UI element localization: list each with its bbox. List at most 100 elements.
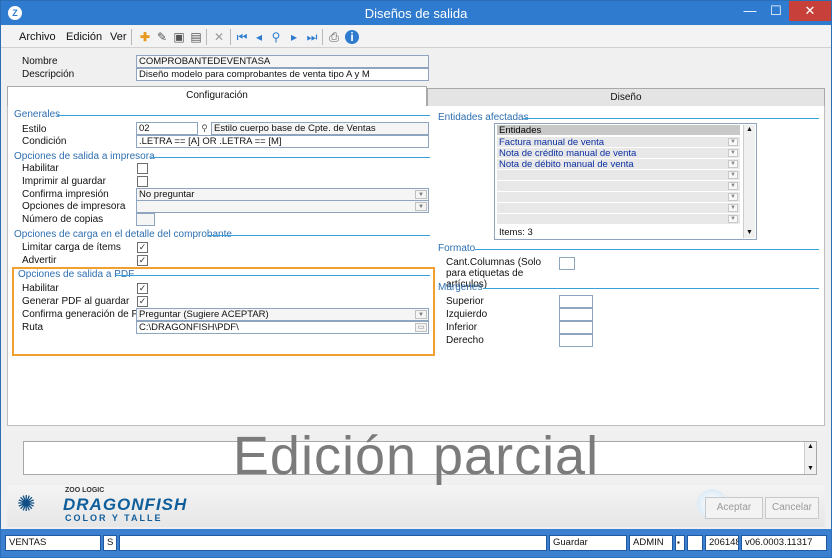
menu-ver[interactable]: Ver [110, 31, 127, 43]
confirma-pdf-label: Confirma generación de PDF [22, 309, 152, 320]
margen-izquierdo-field[interactable] [559, 308, 593, 321]
menu-toolbar: Archivo Edición Ver ✚ ✎ ▣ ▤ ✕ ⏮ ◂ ⚲ ▸ ⏭ … [1, 26, 831, 48]
chevron-down-icon[interactable]: ▼ [728, 215, 738, 223]
chevron-down-icon[interactable]: ▼ [728, 171, 738, 179]
save-as-icon[interactable]: ▤ [188, 29, 204, 45]
nombre-field[interactable]: COMPROBANTEDEVENTASA [136, 55, 429, 68]
opciones-impresora-select[interactable]: ▼ [136, 200, 429, 213]
margen-derecho-label: Derecho [446, 335, 484, 346]
entidades-list[interactable]: Entidades Factura manual de venta ▼ Nota … [494, 123, 757, 240]
list-item-label: Nota de crédito manual de venta [499, 148, 637, 159]
delete-icon[interactable]: ✕ [211, 29, 227, 45]
minimize-button[interactable]: — [737, 1, 763, 21]
estilo-field[interactable]: 02 [136, 122, 198, 135]
scroll-down-icon[interactable]: ▼ [744, 228, 755, 238]
list-item[interactable]: ▼ [497, 170, 740, 181]
next-icon[interactable]: ▸ [286, 29, 302, 45]
habilitar-impresora-checkbox[interactable] [137, 163, 148, 174]
section-divider [116, 275, 430, 276]
info-icon[interactable]: i [345, 30, 359, 44]
toolbar-separator [322, 29, 323, 45]
scrollbar[interactable]: ▲ ▼ [743, 125, 755, 238]
items-count: Items: 3 [499, 227, 533, 238]
status-action: Guardar [549, 535, 627, 551]
preview-icon[interactable]: ⎙ [326, 29, 342, 45]
prev-icon[interactable]: ◂ [251, 29, 267, 45]
list-item[interactable]: ▼ [497, 214, 740, 225]
status-bar: VENTAS S Guardar ADMIN ▪ 206148 v06.0003… [1, 529, 831, 557]
ruta-field[interactable]: C:\DRAGONFISH\PDF\ ▭ [136, 321, 429, 334]
new-icon[interactable]: ✚ [137, 29, 153, 45]
tab-diseno[interactable]: Diseño [427, 88, 825, 108]
status-s: S [103, 535, 117, 551]
list-item[interactable]: ▼ [497, 181, 740, 192]
status-version: v06.0003.11317 [741, 535, 827, 551]
first-icon[interactable]: ⏮ [234, 29, 250, 45]
numero-copias-label: Número de copias [22, 214, 104, 225]
chevron-down-icon[interactable]: ▼ [728, 193, 738, 201]
list-item[interactable]: Factura manual de venta ▼ [497, 137, 740, 148]
last-icon[interactable]: ⏭ [304, 29, 320, 45]
entidades-title: Entidades afectadas [438, 112, 529, 123]
footer-bar: ✺ ZOO LOGIC DRAGONFISH COLOR Y TALLE Ace… [7, 485, 825, 527]
maximize-button[interactable]: ☐ [763, 1, 789, 21]
impresora-title: Opciones de salida a impresora [14, 151, 155, 162]
edit-icon[interactable]: ✎ [154, 29, 170, 45]
chevron-down-icon[interactable]: ▼ [728, 138, 738, 146]
section-divider [57, 115, 430, 116]
list-item[interactable]: Nota de débito manual de venta ▼ [497, 159, 740, 170]
folder-icon[interactable]: ▭ [415, 323, 427, 332]
toolbar-separator [230, 29, 231, 45]
menu-archivo[interactable]: Archivo [19, 31, 56, 43]
section-divider [523, 118, 819, 119]
generales-title: Generales [14, 109, 61, 120]
ruta-value: C:\DRAGONFISH\PDF\ [139, 322, 239, 333]
descripcion-field[interactable]: Diseño modelo para comprobantes de venta… [136, 68, 429, 81]
window-title: Diseños de salida [364, 6, 468, 21]
tab-configuracion[interactable]: Configuración [7, 86, 427, 107]
search-icon[interactable]: ⚲ [199, 122, 210, 135]
list-item[interactable]: ▼ [497, 192, 740, 203]
menu-edicion[interactable]: Edición [66, 31, 102, 43]
chevron-down-icon[interactable]: ▼ [415, 202, 427, 211]
scroll-up-icon[interactable]: ▲ [744, 125, 755, 135]
status-blank [687, 535, 703, 551]
watermark: Edición parcial [232, 426, 600, 486]
close-button[interactable]: ✕ [789, 1, 831, 21]
generar-pdf-checkbox[interactable]: ✓ [137, 296, 148, 307]
chevron-down-icon[interactable]: ▼ [728, 182, 738, 190]
imprimir-guardar-label: Imprimir al guardar [22, 176, 106, 187]
list-item[interactable]: ▼ [497, 203, 740, 214]
estilo-descripcion: Estilo cuerpo base de Cpte. de Ventas [211, 122, 429, 135]
confirma-impresion-label: Confirma impresión [22, 189, 109, 200]
save-icon[interactable]: ▣ [171, 29, 187, 45]
chevron-down-icon[interactable]: ▼ [415, 310, 427, 319]
limitar-carga-label: Limitar carga de ítems [22, 242, 121, 253]
chevron-down-icon[interactable]: ▼ [728, 149, 738, 157]
status-user: ADMIN [629, 535, 673, 551]
chevron-down-icon[interactable]: ▼ [728, 204, 738, 212]
chevron-down-icon[interactable]: ▼ [415, 190, 427, 199]
list-header: Entidades [497, 125, 740, 136]
list-item[interactable]: Nota de crédito manual de venta ▼ [497, 148, 740, 159]
margen-derecho-field[interactable] [559, 334, 593, 347]
confirma-pdf-value: Preguntar (Sugiere ACEPTAR) [139, 309, 269, 320]
advertir-checkbox[interactable]: ✓ [137, 255, 148, 266]
confirma-pdf-select[interactable]: Preguntar (Sugiere ACEPTAR) ▼ [136, 308, 429, 321]
habilitar-impresora-label: Habilitar [22, 163, 59, 174]
aceptar-button[interactable]: Aceptar [705, 497, 763, 519]
cancelar-button[interactable]: Cancelar [765, 497, 819, 519]
imprimir-guardar-checkbox[interactable] [137, 176, 148, 187]
habilitar-pdf-checkbox[interactable]: ✓ [137, 283, 148, 294]
limitar-carga-checkbox[interactable]: ✓ [137, 242, 148, 253]
section-divider [151, 157, 430, 158]
nombre-label: Nombre [22, 56, 58, 67]
search-icon[interactable]: ⚲ [268, 29, 284, 45]
numero-copias-field[interactable] [136, 213, 155, 226]
chevron-down-icon[interactable]: ▼ [728, 160, 738, 168]
list-item-label: Nota de débito manual de venta [499, 159, 634, 170]
margen-inferior-field[interactable] [559, 321, 593, 334]
margen-superior-field[interactable] [559, 295, 593, 308]
condicion-field[interactable]: .LETRA == [A] OR .LETRA == [M] [136, 135, 429, 148]
cant-columnas-field[interactable] [559, 257, 575, 270]
